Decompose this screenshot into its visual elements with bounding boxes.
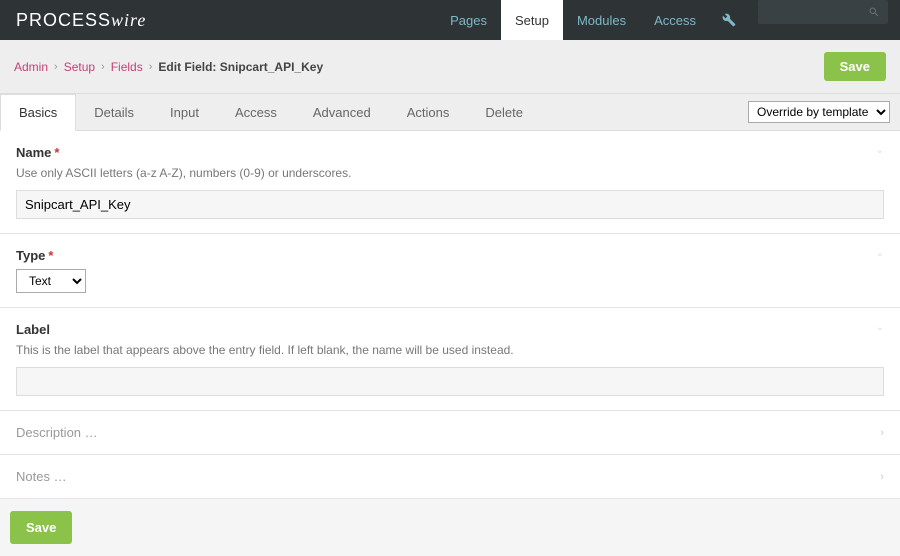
form-area: Name* ⌄ Use only ASCII letters (a-z A-Z)…	[0, 131, 900, 499]
nav-items: Pages Setup Modules Access	[436, 0, 888, 40]
breadcrumb-bar: Admin › Setup › Fields › Edit Field: Sni…	[0, 40, 900, 94]
field-type-label: Type	[16, 248, 45, 263]
nav-access[interactable]: Access	[640, 0, 710, 40]
field-label-label-row: Label	[16, 322, 884, 337]
search-icon	[868, 6, 880, 18]
nav-setup[interactable]: Setup	[501, 0, 563, 40]
crumb-sep: ›	[54, 61, 58, 73]
override-select[interactable]: Override by template	[748, 101, 890, 123]
tab-bar: Basics Details Input Access Advanced Act…	[0, 94, 900, 131]
field-notes-collapsed[interactable]: Notes … ›	[0, 455, 900, 499]
logo-text-1: PROCESS	[16, 10, 111, 30]
logo: PROCESSwire	[16, 10, 146, 31]
tab-access[interactable]: Access	[217, 95, 295, 130]
tab-delete[interactable]: Delete	[467, 95, 541, 130]
tab-basics[interactable]: Basics	[0, 94, 76, 131]
name-input[interactable]	[16, 190, 884, 219]
label-input[interactable]	[16, 367, 884, 396]
save-button-bottom[interactable]: Save	[10, 511, 72, 544]
crumb-sep: ›	[101, 61, 105, 73]
field-name-label-row: Name*	[16, 145, 884, 160]
tab-actions[interactable]: Actions	[389, 95, 468, 130]
tab-details[interactable]: Details	[76, 95, 152, 130]
field-label-label: Label	[16, 322, 50, 337]
type-select[interactable]: Text	[16, 269, 86, 293]
nav-modules[interactable]: Modules	[563, 0, 640, 40]
chevron-right-icon: ›	[880, 427, 884, 439]
chevron-down-icon[interactable]: ⌄	[876, 248, 884, 259]
search-input[interactable]	[758, 0, 888, 24]
field-label-desc: This is the label that appears above the…	[16, 343, 884, 357]
field-name: Name* ⌄ Use only ASCII letters (a-z A-Z)…	[0, 131, 900, 234]
field-type: Type* ⌄ Text	[0, 234, 900, 308]
notes-label: Notes …	[16, 469, 67, 484]
crumb-fields[interactable]: Fields	[111, 60, 143, 74]
save-button-top[interactable]: Save	[824, 52, 886, 81]
chevron-down-icon[interactable]: ⌄	[876, 322, 884, 333]
field-type-label-row: Type*	[16, 248, 884, 263]
chevron-down-icon[interactable]: ⌄	[876, 145, 884, 156]
top-nav: PROCESSwire Pages Setup Modules Access	[0, 0, 900, 40]
crumb-admin[interactable]: Admin	[14, 60, 48, 74]
field-description-collapsed[interactable]: Description … ›	[0, 411, 900, 455]
bottom-save-area: Save	[0, 499, 900, 556]
field-name-label: Name	[16, 145, 51, 160]
crumb-setup[interactable]: Setup	[64, 60, 95, 74]
description-label: Description …	[16, 425, 98, 440]
field-name-desc: Use only ASCII letters (a-z A-Z), number…	[16, 166, 884, 180]
crumb-current: Edit Field: Snipcart_API_Key	[158, 60, 323, 74]
tab-input[interactable]: Input	[152, 95, 217, 130]
required-marker: *	[48, 248, 53, 263]
required-marker: *	[54, 145, 59, 160]
chevron-right-icon: ›	[880, 471, 884, 483]
tab-advanced[interactable]: Advanced	[295, 95, 389, 130]
nav-pages[interactable]: Pages	[436, 0, 501, 40]
logo-text-2: wire	[111, 10, 146, 30]
field-label: Label ⌄ This is the label that appears a…	[0, 308, 900, 411]
crumb-sep: ›	[149, 61, 153, 73]
wrench-icon[interactable]	[710, 0, 748, 40]
